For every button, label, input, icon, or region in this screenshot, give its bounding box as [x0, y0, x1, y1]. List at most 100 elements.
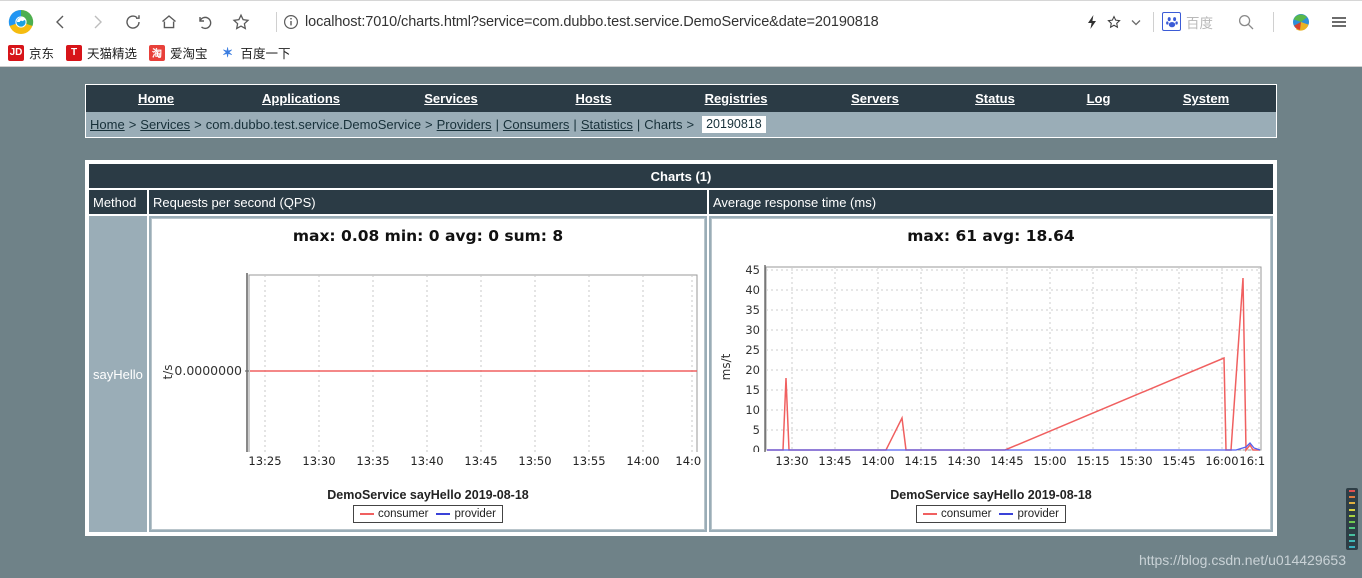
- svg-text:40: 40: [745, 283, 760, 297]
- address-bar[interactable]: localhost:7010/charts.html?service=com.d…: [264, 8, 1219, 36]
- svg-text:16:00: 16:00: [1205, 454, 1238, 468]
- search-engine-indicator[interactable]: 百度: [1162, 12, 1213, 32]
- breadcrumb-separator: >: [128, 117, 137, 132]
- qps-y-tick-label: 0.0000000: [174, 363, 242, 378]
- legend-label-consumer: consumer: [377, 508, 429, 520]
- search-icon[interactable]: [1229, 7, 1263, 37]
- breadcrumb-pipe: |: [495, 117, 499, 132]
- table-row: sayHello max: 0.08 min: 0 avg: 0 sum: 8 …: [89, 216, 1273, 532]
- browser-chrome: localhost:7010/charts.html?service=com.d…: [0, 0, 1362, 67]
- navigation-panel: Home Applications Services Hosts Registr…: [85, 84, 1277, 138]
- column-header-method: Method: [89, 190, 149, 214]
- level-meter-widget[interactable]: [1346, 488, 1358, 550]
- breadcrumb-home[interactable]: Home: [90, 117, 125, 132]
- url-text[interactable]: localhost:7010/charts.html?service=com.d…: [305, 14, 1081, 30]
- art-x-axis: 13:30 13:45 14:00 14:15 14:30 14:45 15:0…: [775, 454, 1266, 468]
- bookmark-item[interactable]: 淘 爱淘宝: [147, 42, 214, 63]
- tab-strip: [0, 0, 1362, 4]
- nav-item-hosts[interactable]: Hosts: [526, 91, 661, 106]
- legend-label-provider: provider: [454, 508, 497, 520]
- nav-item-services[interactable]: Services: [376, 91, 526, 106]
- reload-button[interactable]: [116, 7, 150, 37]
- art-y-tick-labels: 45 40 35 30 25 20 15 10 5 0: [745, 263, 760, 452]
- svg-text:35: 35: [745, 303, 760, 317]
- nav-item-applications[interactable]: Applications: [226, 91, 376, 106]
- legend-swatch-provider: [999, 513, 1014, 515]
- home-button[interactable]: [152, 7, 186, 37]
- svg-text:14:05: 14:05: [675, 454, 702, 468]
- nav-item-registries[interactable]: Registries: [661, 91, 811, 106]
- art-y-axis-label: ms/t: [719, 353, 733, 380]
- breadcrumb-separator: >: [425, 117, 433, 132]
- main-navbar: Home Applications Services Hosts Registr…: [86, 85, 1276, 112]
- art-chart-title: max: 61 avg: 18.64: [907, 227, 1075, 245]
- svg-text:14:00: 14:00: [626, 454, 659, 468]
- nav-item-home[interactable]: Home: [86, 91, 226, 106]
- legend-label-provider: provider: [1017, 508, 1060, 520]
- date-value[interactable]: 20190818: [702, 116, 766, 133]
- breadcrumb-providers[interactable]: Providers: [437, 117, 492, 132]
- chevron-down-icon[interactable]: [1125, 15, 1147, 29]
- cell-qps-chart: max: 0.08 min: 0 avg: 0 sum: 8 t/s 0.000…: [149, 216, 709, 532]
- legend-swatch-provider: [436, 513, 451, 515]
- browser-toolbar: localhost:7010/charts.html?service=com.d…: [0, 4, 1362, 39]
- bookmarks-bar: JD 京东 T 天猫精选 淘 爱淘宝 ✶ 百度一下: [0, 39, 1362, 67]
- baidu-paw-icon: [1162, 12, 1181, 31]
- cell-avg-response-time-chart: max: 61 avg: 18.64 ms/t 45 40 35 30 25 2…: [709, 216, 1273, 532]
- back-button[interactable]: [44, 7, 78, 37]
- svg-text:16:15: 16:15: [1239, 454, 1266, 468]
- svg-text:30: 30: [745, 323, 760, 337]
- breadcrumb-separator: >: [194, 117, 202, 132]
- legend-item-consumer[interactable]: consumer: [359, 508, 429, 520]
- bookmark-item[interactable]: T 天猫精选: [64, 42, 143, 63]
- qps-chart[interactable]: max: 0.08 min: 0 avg: 0 sum: 8 t/s 0.000…: [151, 218, 705, 530]
- nav-item-status[interactable]: Status: [939, 91, 1051, 106]
- favorites-button[interactable]: [224, 7, 258, 37]
- svg-text:45: 45: [745, 263, 760, 277]
- svg-text:20: 20: [745, 363, 760, 377]
- hamburger-menu-icon[interactable]: [1322, 7, 1356, 37]
- svg-text:13:45: 13:45: [818, 454, 851, 468]
- legend-item-provider[interactable]: provider: [999, 508, 1059, 520]
- omnibox-divider-2: [1153, 11, 1154, 32]
- lightning-icon[interactable]: [1081, 14, 1103, 30]
- legend-swatch-consumer: [359, 513, 374, 515]
- svg-text:15:45: 15:45: [1162, 454, 1195, 468]
- browser-logo-icon: [6, 7, 36, 37]
- bookmark-label: 爱淘宝: [170, 47, 208, 61]
- svg-text:0: 0: [753, 443, 760, 452]
- page-content: Home Applications Services Hosts Registr…: [0, 84, 1362, 578]
- svg-text:13:35: 13:35: [356, 454, 389, 468]
- nav-item-system[interactable]: System: [1146, 91, 1266, 106]
- charts-panel: Charts (1) Method Requests per second (Q…: [85, 160, 1277, 536]
- qps-x-axis: 13:25 13:30 13:35 13:40 13:45 13:50 13:5…: [248, 454, 702, 468]
- globe-extension-icon[interactable]: [1284, 7, 1318, 37]
- toolbar-right-tools: [1225, 7, 1356, 37]
- history-button[interactable]: [188, 7, 222, 37]
- svg-text:14:45: 14:45: [990, 454, 1023, 468]
- breadcrumb-service-name: com.dubbo.test.service.DemoService: [205, 117, 422, 132]
- legend-item-provider[interactable]: provider: [436, 508, 496, 520]
- info-circle-icon[interactable]: [283, 14, 299, 30]
- breadcrumb-statistics[interactable]: Statistics: [581, 117, 633, 132]
- breadcrumb-services[interactable]: Services: [140, 117, 190, 132]
- qps-chart-subtitle: DemoService sayHello 2019-08-18: [327, 488, 529, 502]
- bookmark-item[interactable]: ✶ 百度一下: [218, 42, 297, 63]
- breadcrumb-pipe: |: [636, 117, 641, 132]
- art-chart-subtitle: DemoService sayHello 2019-08-18: [890, 488, 1092, 502]
- tools-divider: [1273, 11, 1274, 32]
- breadcrumb-consumers[interactable]: Consumers: [503, 117, 569, 132]
- nav-item-log[interactable]: Log: [1051, 91, 1146, 106]
- omnibox-divider: [276, 11, 277, 32]
- svg-text:13:25: 13:25: [248, 454, 281, 468]
- svg-text:14:30: 14:30: [947, 454, 980, 468]
- forward-button[interactable]: [80, 7, 114, 37]
- svg-text:25: 25: [745, 343, 760, 357]
- breadcrumb-separator: >: [686, 117, 695, 132]
- star-icon[interactable]: [1103, 14, 1125, 30]
- nav-item-servers[interactable]: Servers: [811, 91, 939, 106]
- bookmark-item[interactable]: JD 京东: [6, 42, 60, 63]
- legend-item-consumer[interactable]: consumer: [922, 508, 991, 520]
- charts-panel-title: Charts (1): [89, 164, 1273, 188]
- avg-response-time-chart[interactable]: max: 61 avg: 18.64 ms/t 45 40 35 30 25 2…: [711, 218, 1271, 530]
